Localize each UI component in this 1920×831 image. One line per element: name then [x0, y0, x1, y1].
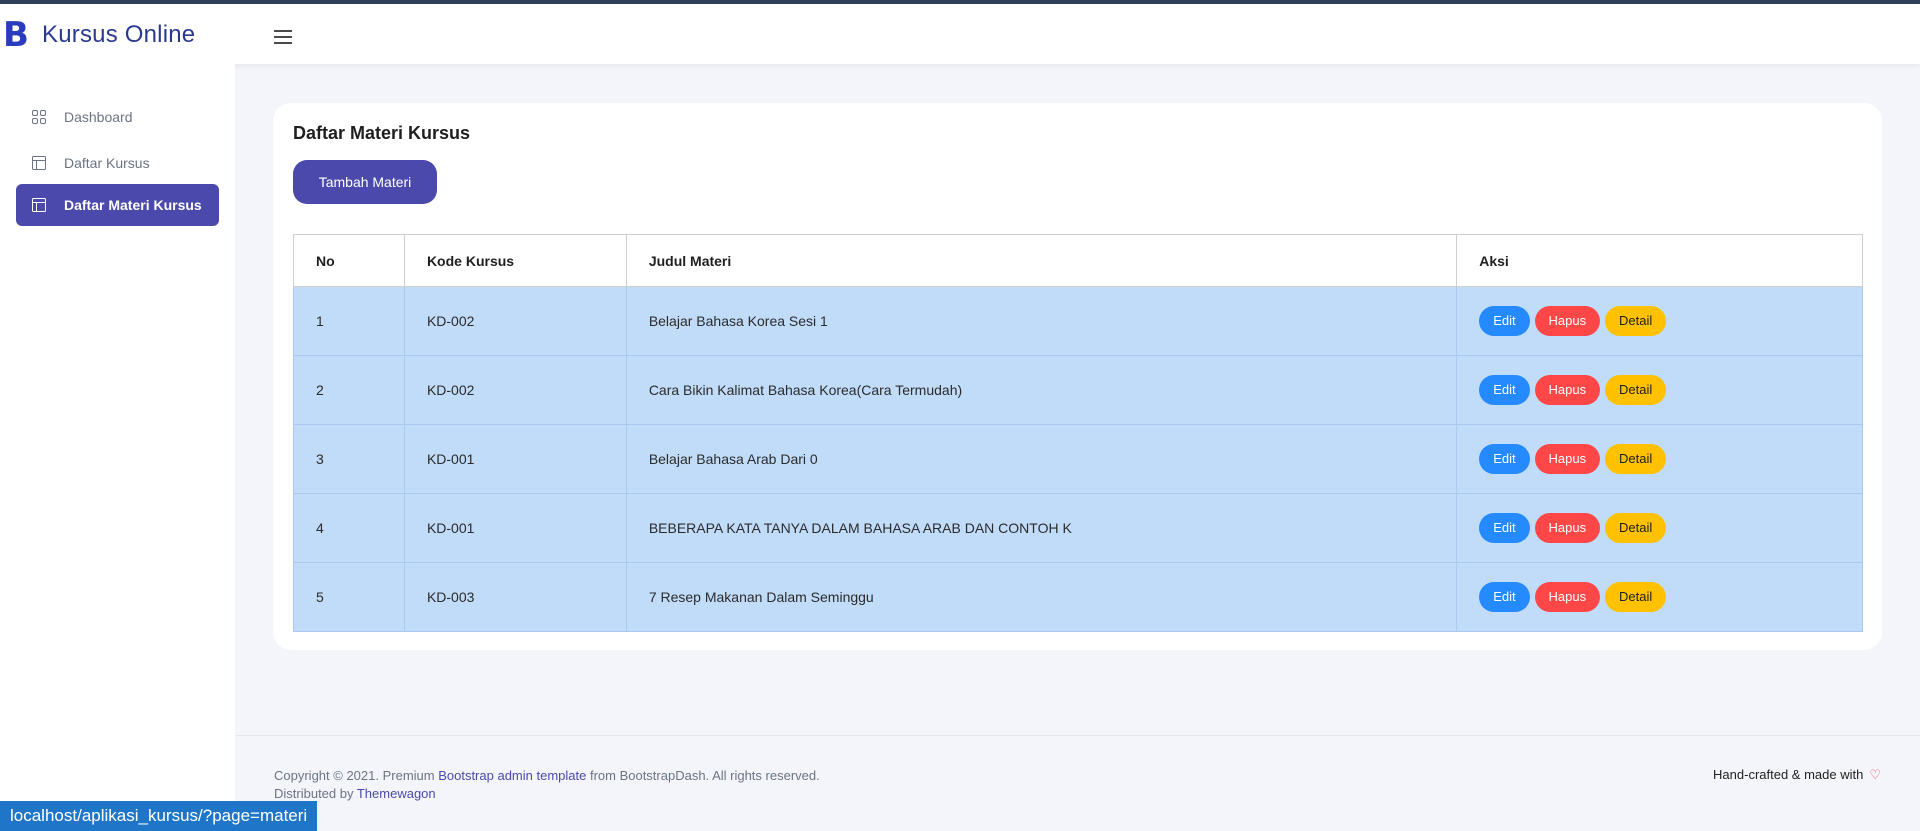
layout-icon — [32, 198, 46, 212]
cell-aksi: Edit Hapus Detail — [1456, 493, 1863, 563]
cell-judul: Belajar Bahasa Korea Sesi 1 — [625, 286, 1458, 356]
sidebar-item-label: Daftar Materi Kursus — [64, 197, 202, 213]
crafted-text: Hand-crafted & made with — [1713, 767, 1864, 782]
heart-icon: ♡ — [1869, 767, 1881, 782]
table-row: 4 KD-001 BEBERAPA KATA TANYA DALAM BAHAS… — [293, 493, 1863, 563]
edit-button[interactable]: Edit — [1479, 306, 1530, 336]
edit-button[interactable]: Edit — [1479, 582, 1530, 612]
distributed-text: Distributed by — [274, 786, 357, 801]
edit-button[interactable]: Edit — [1479, 513, 1530, 543]
cell-aksi: Edit Hapus Detail — [1456, 286, 1863, 356]
detail-button[interactable]: Detail — [1605, 306, 1667, 336]
cell-kode: KD-002 — [403, 355, 627, 425]
cell-no: 2 — [293, 355, 405, 425]
delete-button[interactable]: Hapus — [1534, 582, 1601, 612]
bootstrap-template-link[interactable]: Bootstrap admin template — [438, 768, 586, 783]
column-header-kode: Kode Kursus — [403, 234, 627, 287]
cell-kode: KD-002 — [403, 286, 627, 356]
add-materi-button[interactable]: Tambah Materi — [293, 160, 437, 204]
edit-button[interactable]: Edit — [1479, 444, 1530, 474]
delete-button[interactable]: Hapus — [1534, 444, 1601, 474]
table-header-row: No Kode Kursus Judul Materi Aksi — [293, 234, 1863, 287]
table-row: 5 KD-003 7 Resep Makanan Dalam Seminggu … — [293, 562, 1863, 632]
materi-card: Daftar Materi Kursus Tambah Materi No Ko… — [273, 103, 1882, 650]
sidebar-item-daftar-materi-kursus[interactable]: Daftar Materi Kursus — [16, 184, 219, 226]
delete-button[interactable]: Hapus — [1534, 375, 1601, 405]
cell-no: 1 — [293, 286, 405, 356]
footer: Copyright © 2021. Premium Bootstrap admi… — [235, 735, 1920, 831]
themewagon-link[interactable]: Themewagon — [357, 786, 436, 801]
delete-button[interactable]: Hapus — [1534, 306, 1601, 336]
column-header-no: No — [293, 234, 405, 287]
menu-toggle-icon[interactable] — [274, 30, 292, 44]
brand-name: Kursus Online — [42, 21, 196, 48]
cell-no: 3 — [293, 424, 405, 494]
copyright-text: Copyright © 2021. Premium — [274, 768, 439, 783]
sidebar-item-label: Daftar Kursus — [64, 155, 150, 171]
cell-kode: KD-001 — [403, 493, 627, 563]
page-title: Daftar Materi Kursus — [293, 123, 471, 143]
copyright-suffix: from BootstrapDash. All rights reserved. — [586, 768, 820, 783]
cell-aksi: Edit Hapus Detail — [1456, 562, 1863, 632]
grid-icon — [32, 110, 46, 124]
cell-judul: Cara Bikin Kalimat Bahasa Korea(Cara Ter… — [625, 355, 1458, 425]
cell-judul: Belajar Bahasa Arab Dari 0 — [625, 424, 1458, 494]
sidebar: Dashboard Daftar Kursus Daftar Materi Ku… — [0, 64, 235, 831]
detail-button[interactable]: Detail — [1605, 375, 1667, 405]
column-header-aksi: Aksi — [1456, 234, 1863, 287]
detail-button[interactable]: Detail — [1605, 582, 1667, 612]
top-navbar: B Kursus Online — [0, 4, 1920, 64]
materi-table: No Kode Kursus Judul Materi Aksi 1 KD-00… — [293, 234, 1863, 632]
delete-button[interactable]: Hapus — [1534, 513, 1601, 543]
cell-judul: 7 Resep Makanan Dalam Seminggu — [625, 562, 1458, 632]
cell-kode: KD-003 — [403, 562, 627, 632]
sidebar-item-daftar-kursus[interactable]: Daftar Kursus — [16, 142, 219, 184]
cell-no: 4 — [293, 493, 405, 563]
table-row: 3 KD-001 Belajar Bahasa Arab Dari 0 Edit… — [293, 424, 1863, 494]
footer-copyright: Copyright © 2021. Premium Bootstrap admi… — [274, 767, 820, 803]
layout-icon — [32, 156, 46, 170]
browser-status-url: localhost/aplikasi_kursus/?page=materi — [0, 801, 318, 831]
table-row: 1 KD-002 Belajar Bahasa Korea Sesi 1 Edi… — [293, 286, 1863, 356]
sidebar-item-label: Dashboard — [64, 109, 133, 125]
brand-logo-icon: B — [3, 15, 29, 55]
sidebar-item-dashboard[interactable]: Dashboard — [16, 96, 219, 138]
cell-judul: BEBERAPA KATA TANYA DALAM BAHASA ARAB DA… — [625, 493, 1458, 563]
table-row: 2 KD-002 Cara Bikin Kalimat Bahasa Korea… — [293, 355, 1863, 425]
cell-aksi: Edit Hapus Detail — [1456, 424, 1863, 494]
footer-credit: Hand-crafted & made with ♡ — [1713, 767, 1881, 783]
edit-button[interactable]: Edit — [1479, 375, 1530, 405]
detail-button[interactable]: Detail — [1605, 513, 1667, 543]
column-header-judul: Judul Materi — [625, 234, 1458, 287]
cell-no: 5 — [293, 562, 405, 632]
brand[interactable]: B Kursus Online — [3, 15, 196, 55]
cell-kode: KD-001 — [403, 424, 627, 494]
detail-button[interactable]: Detail — [1605, 444, 1667, 474]
cell-aksi: Edit Hapus Detail — [1456, 355, 1863, 425]
